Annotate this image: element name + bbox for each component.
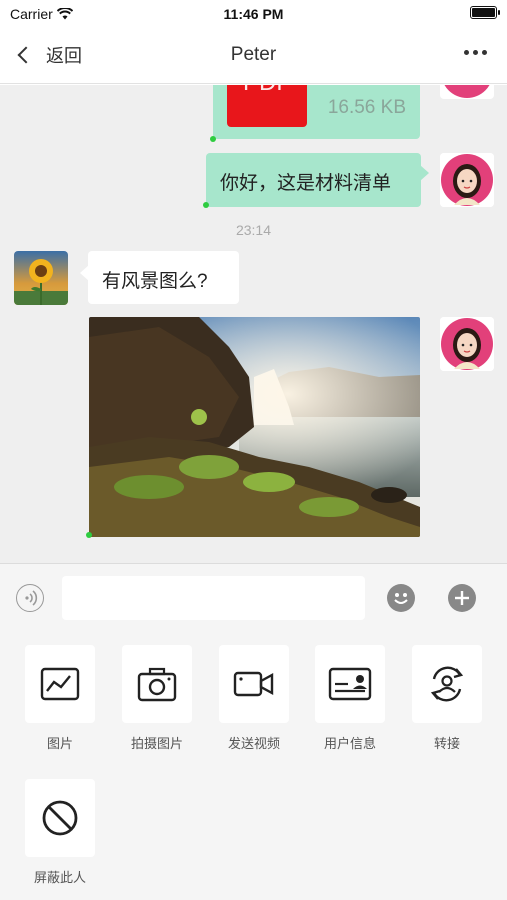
- panel-tile[interactable]: [315, 645, 385, 723]
- more-actions-panel: 图片 拍摄图片 发送视频 用户信息 转接 屏蔽此人: [0, 633, 507, 900]
- voice-input-button[interactable]: [16, 584, 44, 612]
- emoji-button[interactable]: [387, 584, 415, 612]
- bubble-tail: [420, 165, 429, 181]
- text-message-bubble[interactable]: 你好，这是材料清单: [206, 153, 421, 207]
- image-message[interactable]: [89, 317, 420, 537]
- camera-icon: [137, 667, 177, 702]
- panel-item-transfer[interactable]: 转接: [411, 645, 483, 752]
- panel-tile[interactable]: [412, 645, 482, 723]
- more-actions-button[interactable]: [448, 584, 476, 612]
- video-icon: [233, 671, 274, 697]
- page-title: Peter: [230, 44, 277, 65]
- image-icon: [40, 667, 80, 701]
- panel-tile[interactable]: [219, 645, 289, 723]
- my-avatar[interactable]: [440, 317, 494, 371]
- message-text: 你好，这是材料清单: [220, 173, 392, 194]
- peer-avatar[interactable]: [14, 251, 68, 305]
- panel-label: 拍摄图片: [130, 736, 183, 751]
- panel-tile[interactable]: [122, 645, 192, 723]
- input-bar: [0, 563, 507, 633]
- sent-indicator: [203, 202, 209, 208]
- pdf-file-icon: PDF: [227, 85, 307, 127]
- sent-indicator: [210, 136, 216, 142]
- panel-label: 转接: [433, 736, 460, 751]
- battery-icon: [470, 6, 500, 19]
- clock: 11:46 PM: [223, 6, 284, 22]
- message-timestamp: 23:14: [235, 222, 272, 238]
- panel-label: 图片: [46, 736, 73, 751]
- voice-icon: [25, 590, 38, 606]
- landscape-image: [89, 317, 420, 537]
- panel-tile[interactable]: [25, 645, 95, 723]
- panel-tile[interactable]: [25, 779, 95, 857]
- chat-area[interactable]: PDF 16.56 KB 你好，这是材料清单 23:14: [0, 85, 507, 563]
- panel-label: 屏蔽此人: [33, 870, 86, 885]
- dot-icon: [473, 50, 478, 55]
- file-message-bubble[interactable]: PDF 16.56 KB: [213, 85, 420, 139]
- more-options-button[interactable]: [464, 50, 487, 55]
- panel-item-camera[interactable]: 拍摄图片: [121, 645, 193, 752]
- pdf-label: PDF: [227, 85, 307, 97]
- panel-label: 用户信息: [323, 736, 376, 751]
- panel-item-user-info[interactable]: 用户信息: [314, 645, 386, 752]
- block-icon: [42, 800, 78, 836]
- message-text: 有风景图么?: [102, 271, 208, 292]
- my-avatar[interactable]: [440, 153, 494, 207]
- panel-item-image[interactable]: 图片: [24, 645, 96, 752]
- user-card-icon: [328, 667, 372, 701]
- status-bar: Carrier 11:46 PM: [0, 0, 507, 28]
- dot-icon: [464, 50, 469, 55]
- panel-item-video[interactable]: 发送视频: [218, 645, 290, 752]
- my-avatar-partial: [440, 85, 494, 99]
- message-input[interactable]: [62, 576, 365, 620]
- file-size: 16.56 KB: [327, 97, 406, 118]
- dot-icon: [482, 50, 487, 55]
- peer-message-bubble[interactable]: 有风景图么?: [88, 251, 239, 304]
- panel-item-block[interactable]: 屏蔽此人: [24, 779, 96, 886]
- transfer-icon: [430, 666, 464, 702]
- plus-icon: [455, 591, 469, 605]
- sent-indicator: [86, 532, 92, 538]
- smiley-icon: [394, 593, 408, 604]
- panel-label: 发送视频: [227, 736, 280, 751]
- nav-bar: 返回 Peter: [0, 28, 507, 84]
